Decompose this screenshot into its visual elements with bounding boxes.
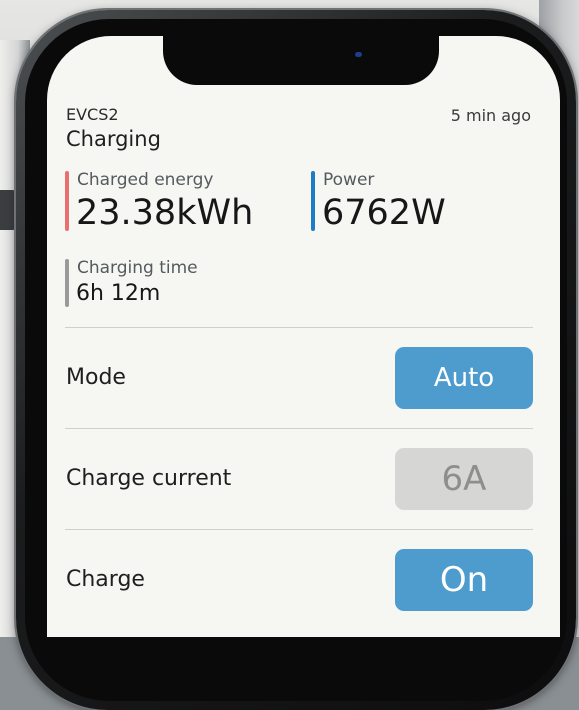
charge-toggle-button[interactable]: On [395, 549, 533, 611]
divider [65, 529, 533, 530]
charging-time-value: 6h 12m [76, 281, 161, 306]
divider [65, 428, 533, 429]
power-value: 6762W [322, 193, 446, 233]
charging-time-label: Charging time [77, 258, 198, 278]
divider [65, 327, 533, 328]
charge-toggle-button-label: On [439, 560, 489, 600]
mode-label: Mode [66, 365, 126, 390]
power-label: Power [323, 170, 375, 190]
mode-button-label: Auto [433, 363, 495, 393]
charged-energy-label: Charged energy [77, 170, 214, 190]
charge-current-button-label: 6A [441, 459, 487, 499]
device-name: EVCS2 [66, 105, 119, 124]
charging-time-accent-bar [65, 259, 69, 307]
power-accent-bar [311, 171, 315, 231]
charge-current-label: Charge current [66, 466, 232, 491]
charging-status: Charging [66, 127, 161, 151]
charge-label: Charge [66, 567, 145, 592]
mode-button[interactable]: Auto [395, 347, 533, 409]
charged-energy-accent-bar [65, 171, 69, 231]
camera-icon [355, 52, 362, 57]
charged-energy-value: 23.38kWh [76, 193, 254, 233]
charge-current-button[interactable]: 6A [395, 448, 533, 510]
last-updated: 5 min ago [450, 106, 531, 125]
phone-notch [163, 30, 439, 85]
